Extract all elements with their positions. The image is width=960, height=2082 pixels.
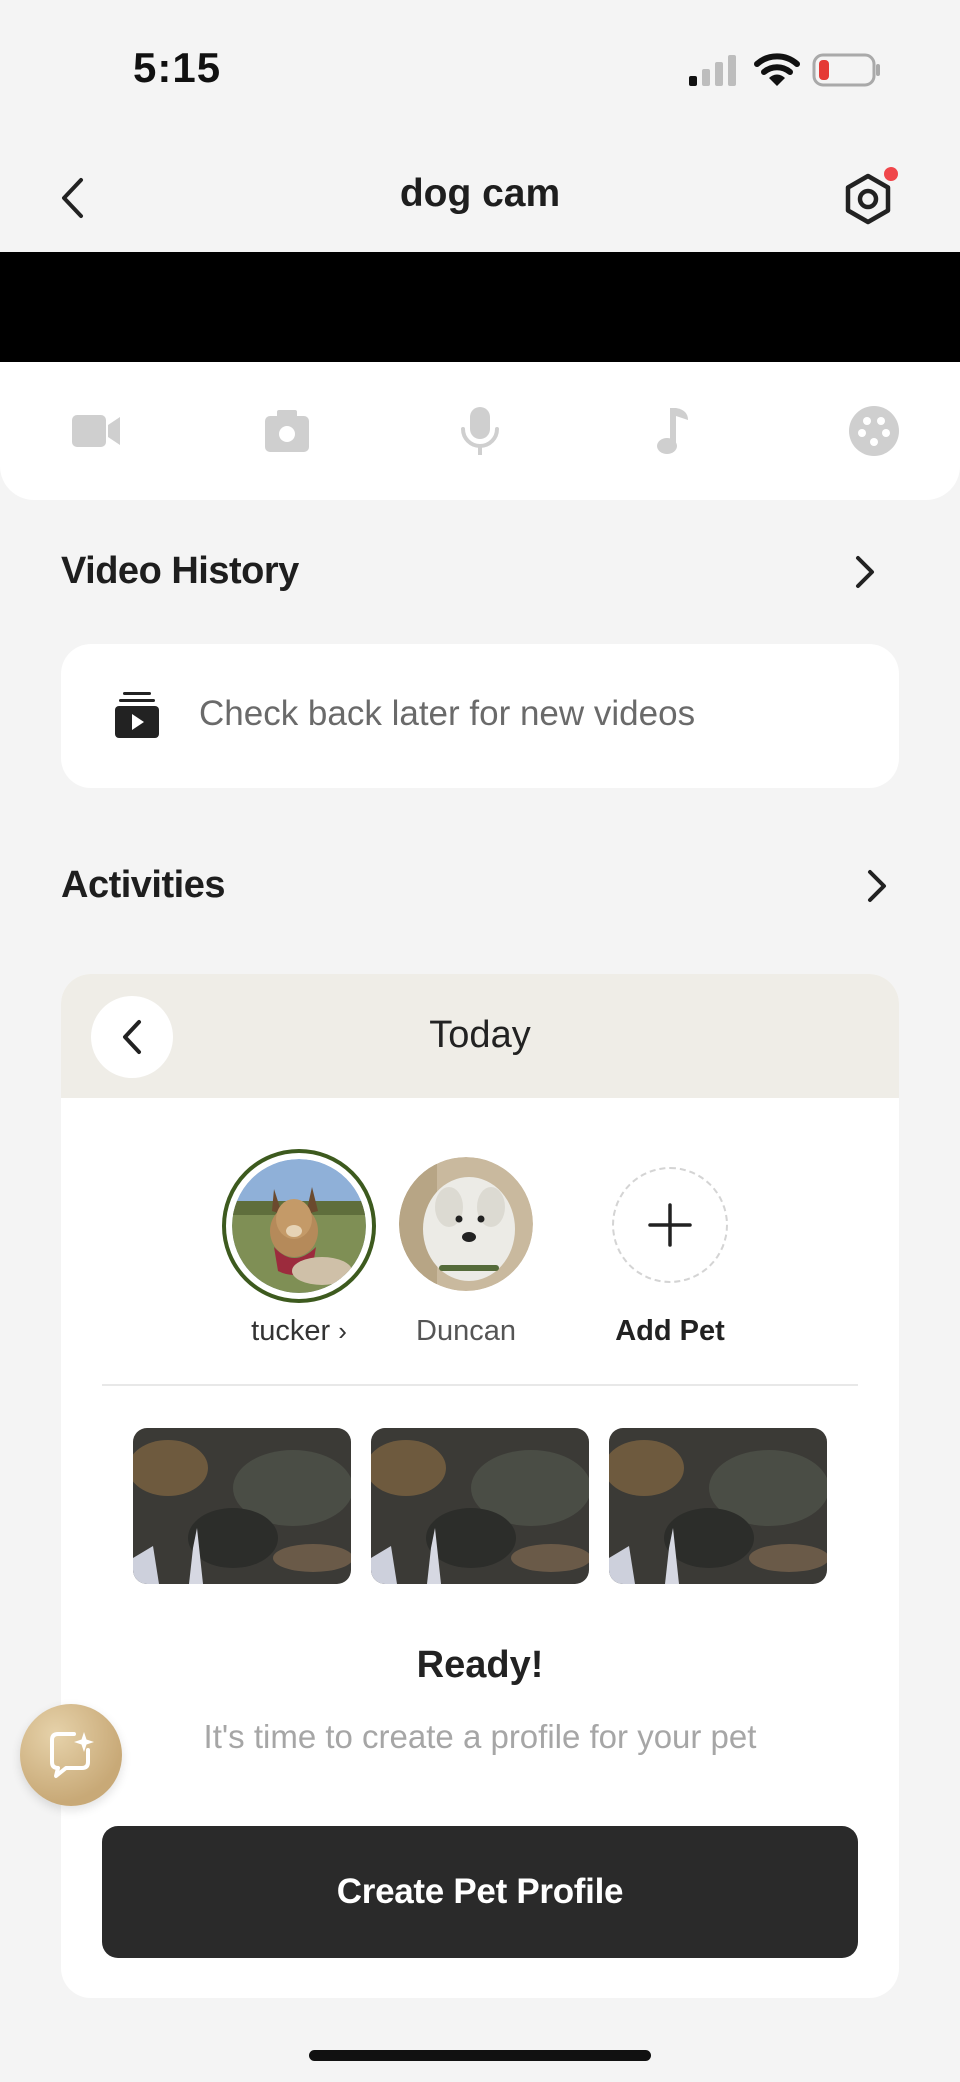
notification-dot bbox=[884, 167, 898, 181]
day-selector: Today bbox=[61, 974, 899, 1098]
chevron-right-icon bbox=[868, 870, 886, 902]
treat-toss-button[interactable] bbox=[845, 402, 903, 460]
activities-title: Activities bbox=[61, 864, 225, 906]
video-history-more-button[interactable] bbox=[850, 552, 880, 597]
video-stack-icon bbox=[115, 692, 159, 738]
divider bbox=[102, 1384, 858, 1386]
ready-title: Ready! bbox=[416, 1644, 544, 1686]
microphone-button[interactable] bbox=[451, 402, 509, 460]
activities-card: Today tucker › Duncan Add Pet Ready! It'… bbox=[61, 974, 899, 1998]
gear-hexagon-icon bbox=[845, 167, 898, 225]
add-pet-circle bbox=[612, 1167, 728, 1283]
settings-button[interactable] bbox=[838, 164, 900, 230]
microphone-icon bbox=[461, 407, 499, 455]
chevron-left-icon bbox=[123, 1020, 141, 1054]
snapshot-button[interactable] bbox=[258, 402, 316, 460]
video-camera-icon bbox=[72, 415, 120, 447]
ai-assistant-button[interactable] bbox=[20, 1704, 122, 1806]
page-title: dog cam bbox=[399, 172, 561, 215]
home-indicator bbox=[309, 2050, 651, 2061]
record-video-button[interactable] bbox=[67, 402, 125, 460]
activities-more-button[interactable] bbox=[862, 866, 892, 911]
cellular-signal-icon bbox=[689, 55, 736, 86]
pet-name-tucker: tucker bbox=[251, 1315, 331, 1347]
chat-sparkle-icon bbox=[50, 1732, 94, 1778]
activity-thumbnail[interactable] bbox=[609, 1428, 827, 1584]
activity-thumbnail[interactable] bbox=[371, 1428, 589, 1584]
add-pet-button[interactable]: Add Pet bbox=[595, 1167, 745, 1348]
video-history-card: Check back later for new videos bbox=[61, 644, 899, 788]
day-label: Today bbox=[429, 1014, 531, 1056]
pet-tucker[interactable]: tucker › bbox=[219, 1149, 379, 1348]
add-pet-label: Add Pet bbox=[615, 1315, 725, 1347]
camera-snapshot-icon bbox=[265, 410, 309, 452]
plus-icon bbox=[648, 1203, 692, 1247]
pet-avatar-tucker bbox=[232, 1159, 366, 1293]
create-pet-profile-button[interactable]: Create Pet Profile bbox=[102, 1826, 858, 1958]
pet-avatar-duncan bbox=[399, 1157, 533, 1291]
music-button[interactable] bbox=[643, 402, 701, 460]
chevron-right-icon: › bbox=[338, 1316, 347, 1346]
pet-name-duncan: Duncan bbox=[416, 1315, 516, 1347]
palette-icon bbox=[849, 406, 899, 456]
music-note-icon bbox=[657, 408, 688, 454]
previous-day-button[interactable] bbox=[91, 996, 173, 1078]
ready-subtitle: It's time to create a profile for your p… bbox=[203, 1718, 757, 1755]
battery-low-icon bbox=[812, 53, 880, 87]
chevron-right-icon bbox=[856, 556, 874, 588]
pet-duncan[interactable]: Duncan bbox=[391, 1157, 541, 1348]
wifi-icon bbox=[754, 53, 800, 86]
video-history-title: Video History bbox=[61, 550, 299, 592]
camera-toolbar bbox=[0, 362, 960, 500]
video-history-empty-text: Check back later for new videos bbox=[199, 694, 696, 733]
activity-thumbnail[interactable] bbox=[133, 1428, 351, 1584]
live-video-view[interactable] bbox=[0, 252, 960, 362]
status-time: 5:15 bbox=[133, 44, 222, 91]
